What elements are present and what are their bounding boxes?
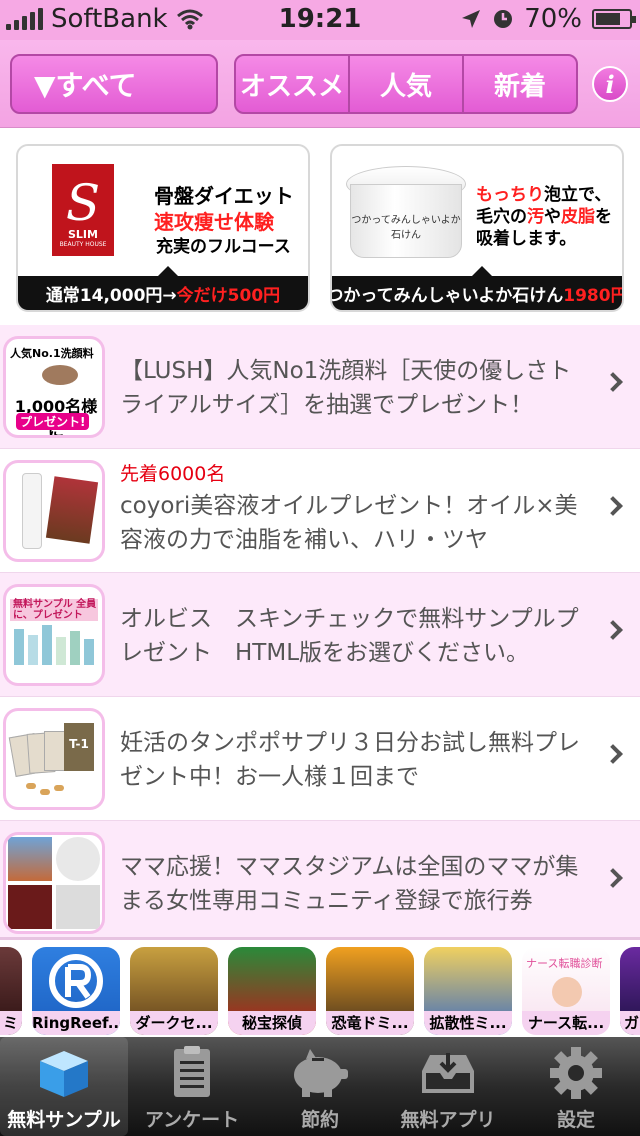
tab-survey[interactable]: アンケート <box>128 1037 256 1136</box>
list-item[interactable]: ママ応援！ママスタジアムは全国のママが集まる女性専用コミュニティ登録で旅行券 <box>0 821 640 937</box>
chevron-right-icon <box>603 496 623 516</box>
box-icon <box>32 1045 96 1101</box>
chevron-right-icon <box>603 868 623 888</box>
banner-line-3: 吸着します。 <box>476 229 577 249</box>
segment-popular[interactable]: 人気 <box>348 56 462 112</box>
ringreef-logo-icon <box>49 954 103 1008</box>
gear-icon <box>544 1045 608 1101</box>
banner-caption: つかってみんしゃいよか石けん 1980円 <box>332 266 622 310</box>
category-filter-button[interactable]: ▼すべて <box>10 54 218 114</box>
tab-free-samples[interactable]: 無料サンプル <box>0 1037 128 1136</box>
slim-logo: S SLIM BEAUTY HOUSE <box>52 164 114 256</box>
app-icon[interactable]: ガ <box>620 947 640 1035</box>
soap-jar-image: つかってみんしゃいよか石けん <box>346 166 466 262</box>
battery-icon <box>592 9 636 29</box>
banner-caption: 通常14,000円→ 今だけ500円 <box>18 266 308 310</box>
sample-list: 人気No.1洗顔料 1,000名様に プレゼント! 【LUSH】人気No1洗顔料… <box>0 325 640 937</box>
item-title: 【LUSH】人気No1洗顔料［天使の優しさトライアルサイズ］を抽選でプレゼント！ <box>120 358 572 418</box>
list-item[interactable]: 無料サンプル 全員に、プレゼント オルビス スキンチェックで無料サンプルプレゼン… <box>0 573 640 697</box>
banner-headline: 骨盤ダイエット <box>154 184 294 208</box>
list-item[interactable]: T-1 妊活のタンポポサプリ３日分お試し無料プレゼント中！お一人様１回まで <box>0 697 640 821</box>
item-thumbnail <box>6 835 102 931</box>
item-title: 妊活のタンポポサプリ３日分お試し無料プレゼント中！お一人様１回まで <box>120 730 580 790</box>
item-badge: 先着6000名 <box>120 463 226 485</box>
status-right: 70% <box>460 4 636 34</box>
segment-new[interactable]: 新着 <box>462 56 576 112</box>
sort-segmented-control: オススメ 人気 新着 <box>234 54 578 114</box>
battery-percent: 70% <box>524 4 582 34</box>
item-title: オルビス スキンチェックで無料サンプルプレゼント HTML版をお選びください。 <box>120 606 579 666</box>
app-icon[interactable]: ミ <box>0 947 22 1035</box>
chevron-right-icon <box>603 372 623 392</box>
tab-free-apps[interactable]: 無料アプリ <box>384 1037 512 1136</box>
tab-settings[interactable]: 設定 <box>512 1037 640 1136</box>
chevron-right-icon <box>603 620 623 640</box>
info-button[interactable]: i <box>592 66 628 102</box>
app-icon[interactable]: ダークセ... <box>130 947 218 1035</box>
clipboard-icon <box>160 1045 224 1101</box>
chevron-right-icon <box>603 744 623 764</box>
banner-subline: 充実のフルコース <box>156 237 291 257</box>
piggy-bank-icon <box>288 1045 352 1101</box>
list-item[interactable]: 人気No.1洗顔料 1,000名様に プレゼント! 【LUSH】人気No1洗顔料… <box>0 325 640 449</box>
tab-saving[interactable]: 節約 <box>256 1037 384 1136</box>
header-toolbar: ▼すべて オススメ 人気 新着 <box>0 40 640 128</box>
tab-bar: 無料サンプル アンケート 節約 無料アプリ 設定 <box>0 1037 640 1136</box>
download-tray-icon <box>416 1045 480 1101</box>
app-icon[interactable]: 拡散性ミ... <box>424 947 512 1035</box>
status-bar: SoftBank 19:21 70% <box>0 0 640 40</box>
app-icon[interactable]: 秘宝探偵 <box>228 947 316 1035</box>
location-arrow-icon <box>462 10 481 28</box>
recommended-apps-strip: ミ RingReef... ダークセ... 秘宝探偵 恐竜ドミ... 拡散性ミ.… <box>0 937 640 1037</box>
banner-slim-diet[interactable]: S SLIM BEAUTY HOUSE 骨盤ダイエット 速攻痩せ体験 充実のフル… <box>16 144 310 312</box>
app-icon[interactable]: ナース転職診断 ナース転... <box>522 947 610 1035</box>
banner-area: S SLIM BEAUTY HOUSE 骨盤ダイエット 速攻痩せ体験 充実のフル… <box>0 129 640 325</box>
banner-soap[interactable]: つかってみんしゃいよか石けん もっちり泡立で、 毛穴の汚や皮脂を 吸着します。 … <box>330 144 624 312</box>
item-title: ママ応援！ママスタジアムは全国のママが集まる女性専用コミュニティ登録で旅行券 <box>120 854 579 914</box>
banner-highlight: 速攻痩せ体験 <box>154 210 274 234</box>
alarm-clock-icon <box>494 10 513 28</box>
item-thumbnail: 無料サンプル 全員に、プレゼント <box>6 587 102 683</box>
segment-recommended[interactable]: オススメ <box>236 56 348 112</box>
app-icon-ringreef[interactable]: RingReef... <box>32 947 120 1035</box>
list-item[interactable]: 先着6000名 coyori美容液オイルプレゼント！オイル×美容液の力で油脂を補… <box>0 449 640 573</box>
item-thumbnail <box>6 463 102 559</box>
app-icon[interactable]: 恐竜ドミ... <box>326 947 414 1035</box>
item-title: coyori美容液オイルプレゼント！オイル×美容液の力で油脂を補い、ハリ・ツヤ <box>120 493 578 553</box>
item-thumbnail: 人気No.1洗顔料 1,000名様に プレゼント! <box>6 339 102 435</box>
item-thumbnail: T-1 <box>6 711 102 807</box>
